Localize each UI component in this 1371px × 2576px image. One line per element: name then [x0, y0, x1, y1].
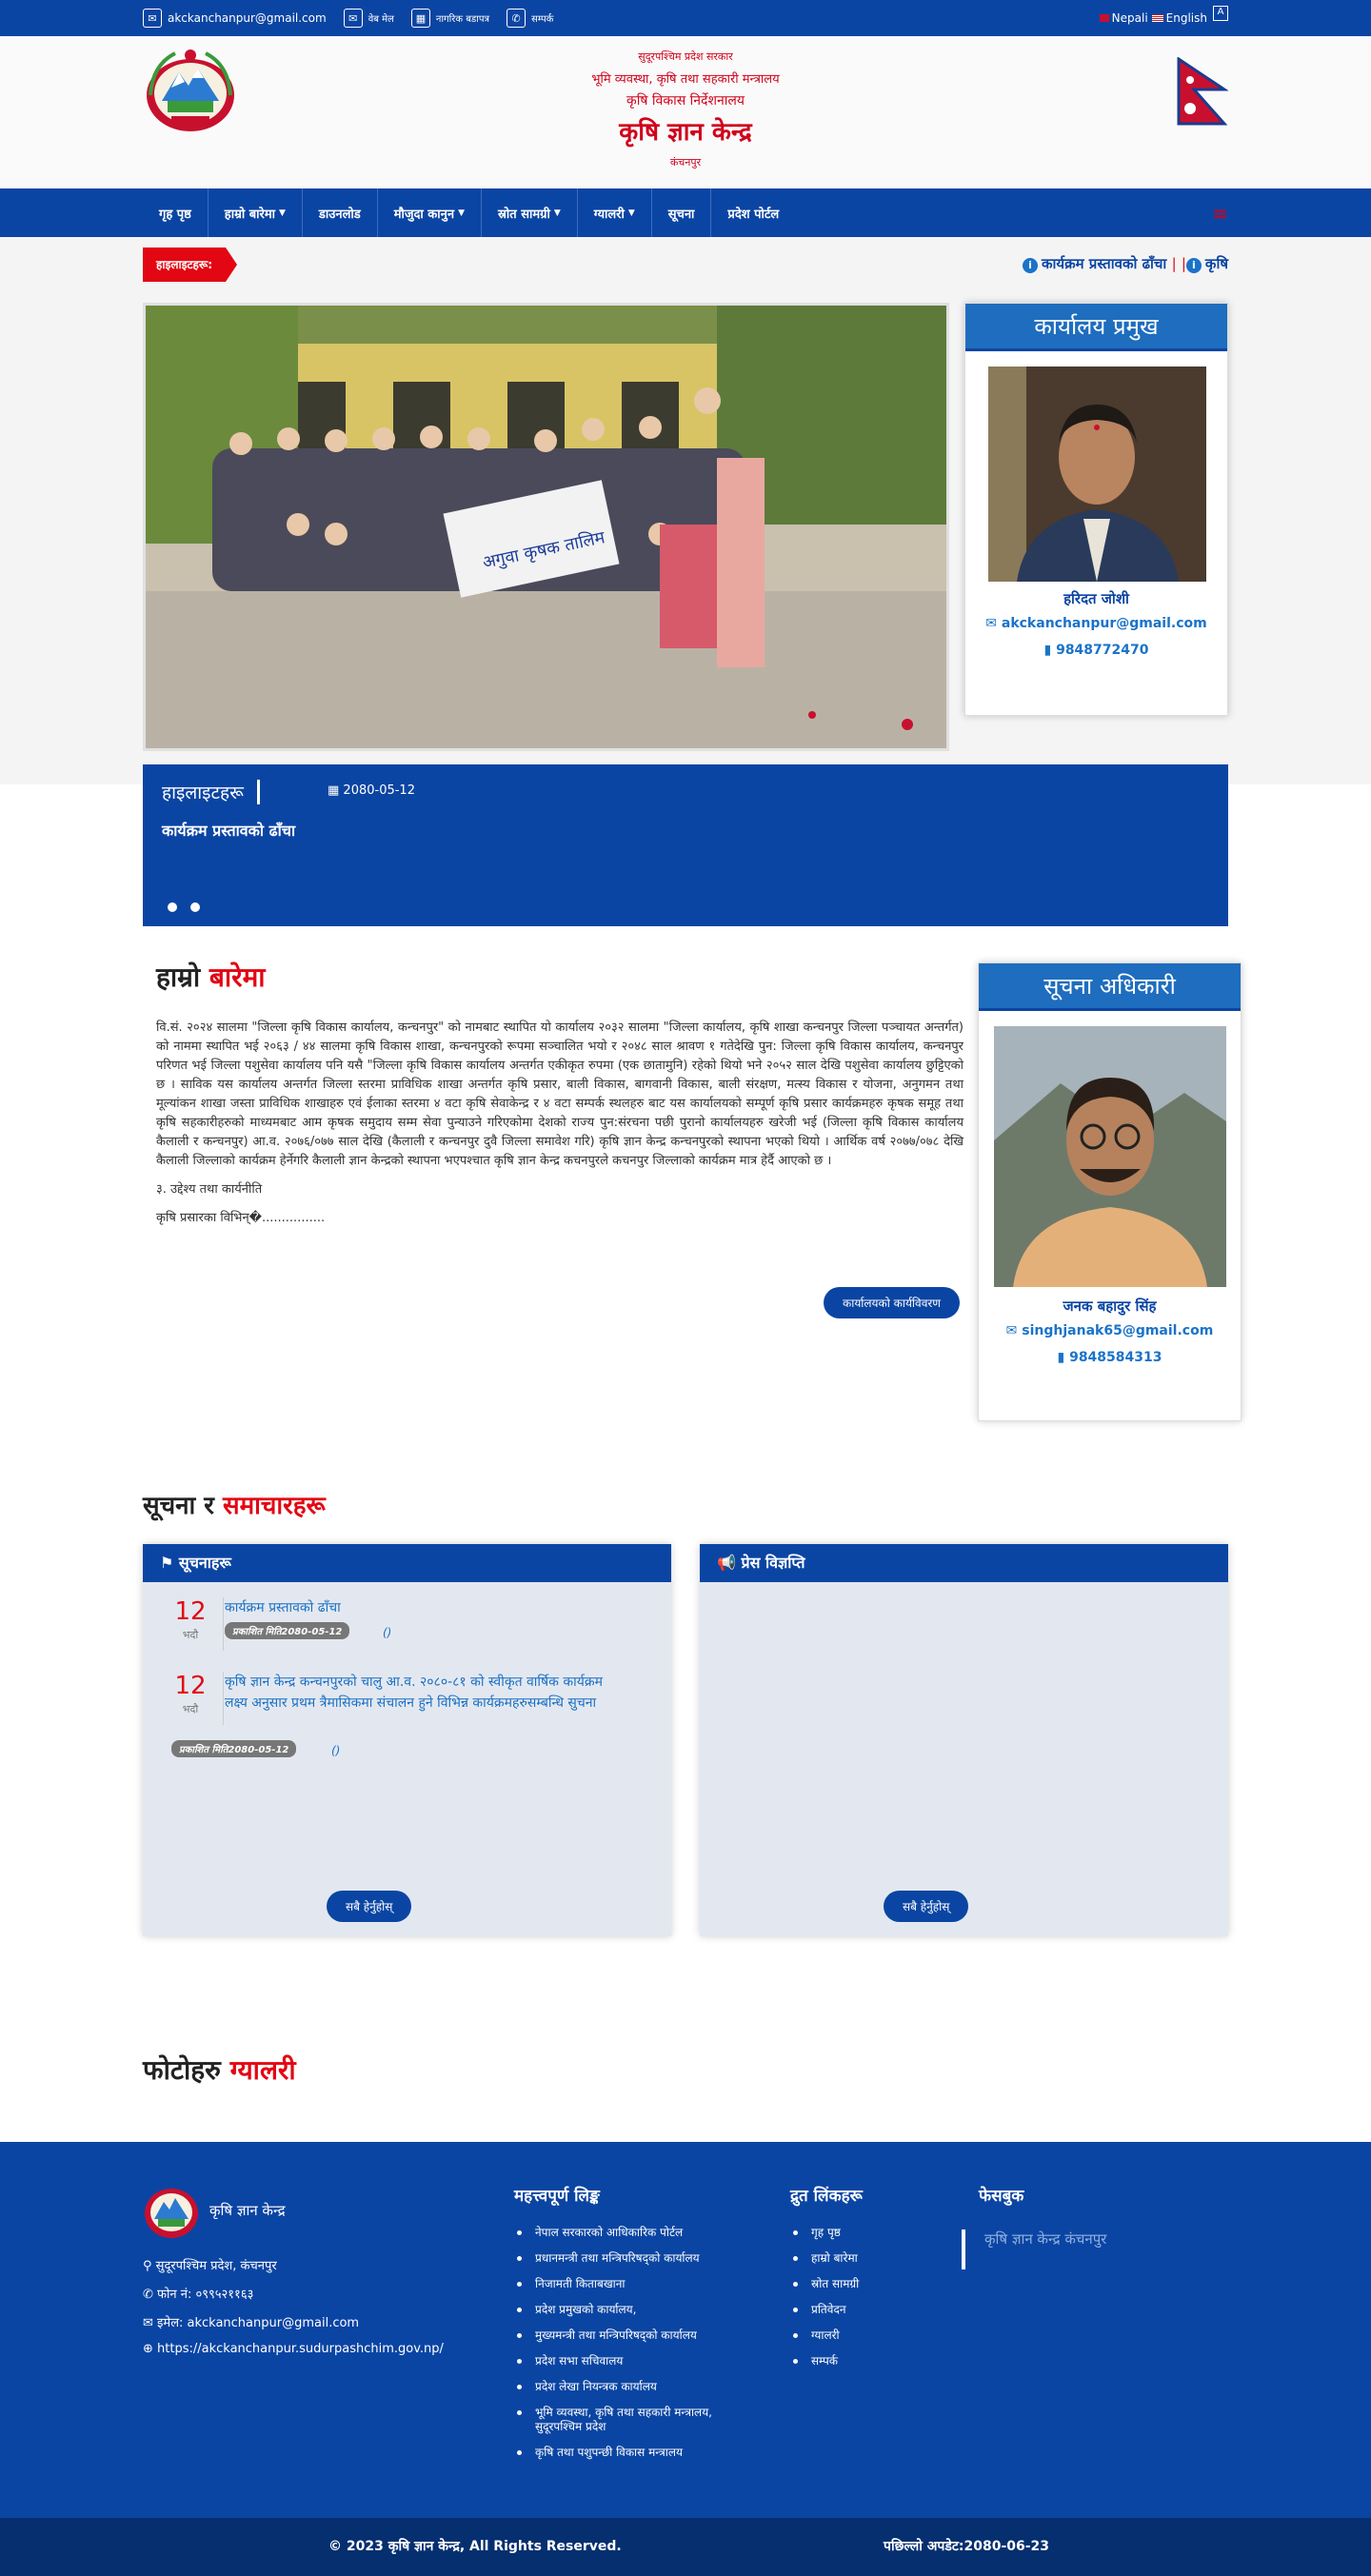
info-officer-card-title: सूचना अधिकारी — [979, 963, 1241, 1011]
about-heading: हाम्रो बारेमा — [156, 959, 266, 995]
press-see-all-button[interactable]: सबै हेर्नुहोस् — [884, 1891, 969, 1922]
press-panel-title: प्रेस विज्ञप्ति — [741, 1554, 805, 1572]
site-footer: कृषि ज्ञान केन्द्र ⚲ सुदूरपश्चिम प्रदेश,… — [0, 2142, 1371, 2518]
megaphone-icon: 📢 — [717, 1554, 742, 1572]
footer-link[interactable]: नेपाल सरकारको आधिकारिक पोर्टल — [514, 2226, 743, 2240]
press-panel-header: 📢 प्रेस विज्ञप्ति — [700, 1544, 1228, 1582]
news-link[interactable]: कार्यक्रम प्रस्तावको ढाँचा — [225, 1597, 625, 1618]
footer-quick-link[interactable]: प्रतिवेदन — [790, 2303, 943, 2317]
footer-website[interactable]: ⊕ https://akckanchanpur.sudurpashchim.go… — [143, 2342, 444, 2356]
about-paragraph: ३. उद्देश्य तथा कार्यनीति — [156, 1182, 263, 1197]
info-officer-name: जनक बहादुर सिंह — [1063, 1298, 1157, 1315]
footer-phone: ✆ फोन नं: ०९९५२११६३ — [143, 2285, 253, 2302]
footer-quick-link[interactable]: गृह पृष्ठ — [790, 2226, 943, 2240]
footer-bottom-bar: © 2023 कृषि ज्ञान केन्द्र, All Rights Re… — [0, 2518, 1371, 2576]
footer-link[interactable]: निजामती किताबखाना — [514, 2277, 743, 2291]
footer-important-links: नेपाल सरकारको आधिकारिक पोर्टल प्रधानमन्त… — [514, 2226, 743, 2471]
envelope-icon: ✉ — [1005, 1323, 1023, 1338]
footer-quick-links-heading: द्रुत लिंकहरू — [790, 2187, 863, 2206]
footer-org-name: कृषि ज्ञान केन्द्र — [209, 2202, 286, 2219]
footer-link[interactable]: प्रधानमन्त्री तथा मन्त्रिपरिषद्को कार्या… — [514, 2251, 743, 2266]
footer-link[interactable]: प्रदेश सभा सचिवालय — [514, 2354, 743, 2368]
published-date-badge: प्रकाशित मिति2080-05-12 — [225, 1622, 350, 1639]
footer-link[interactable]: भूमि व्यवस्था, कृषि तथा सहकारी मन्त्रालय… — [514, 2406, 743, 2434]
about-paragraph: वि.सं. २०२४ सालमा "जिल्ला कृषि विकास कार… — [156, 1020, 964, 1168]
footer-link[interactable]: प्रदेश लेखा नियन्त्रक कार्यालय — [514, 2380, 743, 2394]
info-officer-email[interactable]: singhjanak65@gmail.com — [1022, 1323, 1213, 1338]
about-body: वि.सं. २०२४ सालमा "जिल्ला कृषि विकास कार… — [156, 1019, 964, 1238]
footer-address: ⚲ सुदूरपश्चिम प्रदेश, कंचनपुर — [143, 2256, 277, 2273]
footer-quick-link[interactable]: स्रोत सामग्री — [790, 2277, 943, 2291]
info-officer-photo — [994, 1026, 1226, 1287]
footer-quick-links: गृह पृष्ठ हाम्रो बारेमा स्रोत सामग्री प्… — [790, 2226, 943, 2380]
footer-email[interactable]: ✉ इमेल: akckanchanpur@gmail.com — [143, 2313, 359, 2330]
info-officer-phone-row[interactable]: ▮ 9848584313 — [979, 1350, 1241, 1365]
mobile-icon: ▮ — [1057, 1350, 1070, 1365]
footer-link[interactable]: मुख्यमन्त्री तथा मन्त्रिपरिषद्को कार्याल… — [514, 2328, 743, 2343]
news-meta: () — [331, 1744, 341, 1757]
news-day: 12 — [174, 1597, 207, 1626]
news-heading-part: सूचना र — [143, 1492, 223, 1520]
location-pin-icon: ⚲ — [143, 2259, 156, 2273]
envelope-icon: ✉ — [143, 2316, 158, 2330]
main-content: हाम्रो बारेमा वि.सं. २०२४ सालमा "जिल्ला … — [143, 0, 1242, 2142]
gallery-heading: फोटोहरु ग्यालरी — [143, 2051, 296, 2088]
footer-quick-link[interactable]: सम्पर्क — [790, 2354, 943, 2368]
footer-link[interactable]: कृषि तथा पशुपन्छी विकास मन्त्रालय — [514, 2446, 743, 2460]
footer-website-link[interactable]: https://akckanchanpur.sudurpashchim.gov.… — [157, 2342, 444, 2356]
footer-emblem-logo[interactable] — [143, 2185, 200, 2240]
footer-email-text[interactable]: इमेल: akckanchanpur@gmail.com — [157, 2316, 359, 2330]
news-link[interactable]: कृषि ज्ञान केन्द्र कन्चनपुरको चालु आ.व. … — [225, 1672, 625, 1714]
info-officer-phone[interactable]: 9848584313 — [1069, 1350, 1162, 1365]
about-paragraph: कृषि प्रसारका विभिन्�................ — [156, 1211, 326, 1225]
news-month: भदौ — [182, 1629, 199, 1641]
facebook-page-link[interactable]: कृषि ज्ञान केन्द्र कंचनपुर — [962, 2229, 1106, 2269]
news-item: 12 भदौ कार्यक्रम प्रस्तावको ढाँचा प्रकाश… — [171, 1597, 647, 1655]
footer-address-text: सुदूरपश्चिम प्रदेश, कंचनपुर — [155, 2259, 277, 2273]
footer-important-links-heading: महत्त्वपूर्ण लिङ्क — [514, 2187, 600, 2206]
news-item: 12 भदौ कृषि ज्ञान केन्द्र कन्चनपुरको चाल… — [171, 1672, 647, 1776]
about-heading-part: हाम्रो — [156, 961, 209, 993]
news-month: भदौ — [182, 1703, 199, 1715]
footer-phone-text: फोन नं: ०९९५२११६३ — [157, 2288, 254, 2302]
notices-panel-header: ⚑ सूचनाहरू — [143, 1544, 671, 1582]
last-updated-text: पछिल्लो अपडेट:2080-06-23 — [884, 2539, 1050, 2554]
office-details-button[interactable]: कार्यालयको कार्यविवरण — [824, 1287, 960, 1318]
footer-facebook-heading: फेसबुक — [979, 2187, 1024, 2206]
globe-icon: ⊕ — [143, 2342, 158, 2356]
gallery-heading-accent: ग्यालरी — [229, 2054, 296, 2086]
info-officer-email-row[interactable]: ✉ singhjanak65@gmail.com — [979, 1323, 1241, 1338]
news-meta: () — [383, 1626, 392, 1639]
news-heading-accent: समाचारहरू — [223, 1492, 326, 1520]
press-release-panel: 📢 प्रेस विज्ञप्ति सबै हेर्नुहोस् — [700, 1544, 1228, 1936]
news-separator — [223, 1672, 224, 1725]
flag-icon: ⚑ — [160, 1554, 179, 1572]
notices-panel: ⚑ सूचनाहरू 12 भदौ कार्यक्रम प्रस्तावको ढ… — [143, 1544, 671, 1936]
footer-quick-link[interactable]: हाम्रो बारेमा — [790, 2251, 943, 2266]
notices-panel-title: सूचनाहरू — [178, 1554, 231, 1572]
footer-link[interactable]: प्रदेश प्रमुखको कार्यालय, — [514, 2303, 743, 2317]
published-date-badge: प्रकाशित मिति2080-05-12 — [171, 1740, 297, 1757]
about-heading-accent: बारेमा — [209, 961, 266, 993]
info-officer-card: सूचना अधिकारी जनक बहादुर सिंह ✉ singhjan… — [978, 962, 1242, 1421]
phone-icon: ✆ — [143, 2288, 158, 2302]
news-separator — [223, 1597, 224, 1651]
gallery-heading-part: फोटोहरु — [143, 2054, 230, 2086]
copyright-text: © 2023 कृषि ज्ञान केन्द्र, All Rights Re… — [328, 2539, 622, 2554]
news-heading: सूचना र समाचारहरू — [143, 1487, 326, 1521]
news-day: 12 — [174, 1672, 207, 1700]
notices-see-all-button[interactable]: सबै हेर्नुहोस् — [327, 1891, 412, 1922]
footer-quick-link[interactable]: ग्यालरी — [790, 2328, 943, 2343]
